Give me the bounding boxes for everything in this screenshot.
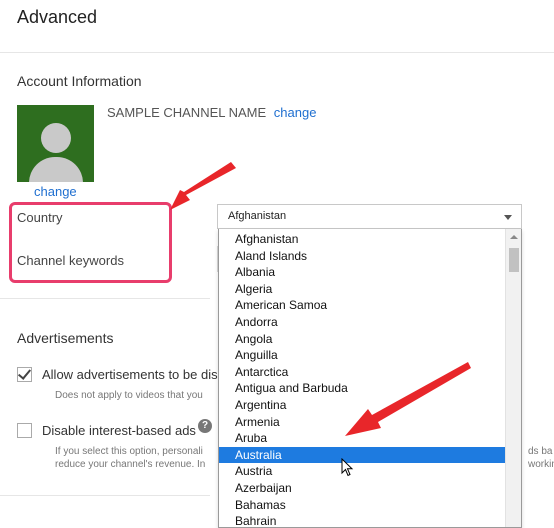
section-heading-account: Account Information <box>17 73 142 89</box>
allow-ads-subtext: Does not apply to videos that you <box>55 390 203 401</box>
avatar <box>17 105 94 182</box>
country-option[interactable]: Afghanistan <box>219 231 507 248</box>
interest-ads-subtext: reduce your channel's revenue. In <box>55 459 206 470</box>
divider <box>0 52 554 53</box>
country-option[interactable]: Australia <box>219 446 507 464</box>
allow-ads-label: Allow advertisements to be dis <box>42 367 218 382</box>
page-title: Advanced <box>17 7 98 27</box>
mouse-pointer-icon <box>341 458 354 477</box>
country-option[interactable]: Azerbaijan <box>219 480 507 497</box>
interest-ads-subtext: ds ba <box>528 446 553 457</box>
country-option[interactable]: Aruba <box>219 430 507 447</box>
country-option[interactable]: Anguilla <box>219 347 507 364</box>
country-option[interactable]: Albania <box>219 264 507 281</box>
divider <box>0 495 210 496</box>
country-select[interactable]: Afghanistan <box>217 204 522 229</box>
help-icon[interactable]: ? <box>198 419 212 433</box>
scroll-up-icon[interactable] <box>510 235 518 239</box>
country-option[interactable]: Argentina <box>219 397 507 414</box>
country-option[interactable]: Armenia <box>219 414 507 431</box>
country-option[interactable]: Antigua and Barbuda <box>219 380 507 397</box>
country-option[interactable]: Bahamas <box>219 497 507 514</box>
country-option[interactable]: American Samoa <box>219 297 507 314</box>
country-option[interactable]: Angola <box>219 331 507 348</box>
country-option[interactable]: Aland Islands <box>219 248 507 265</box>
country-options: Afghanistan Aland Islands Albania Algeria Am… <box>219 231 507 527</box>
country-selected-value: Afghanistan <box>228 210 287 222</box>
country-option[interactable]: Bahrain <box>219 513 507 527</box>
caret-down-icon <box>504 215 512 220</box>
interest-ads-checkbox[interactable] <box>17 423 32 438</box>
country-dropdown-list[interactable]: Afghanistan Aland Islands Albania Algeria Am… <box>218 229 522 528</box>
channel-name-change-link[interactable]: change <box>274 105 317 120</box>
country-option[interactable]: Antarctica <box>219 364 507 381</box>
avatar-change-link[interactable]: change <box>34 184 77 199</box>
channel-name-row: SAMPLE CHANNEL NAME change <box>107 105 316 120</box>
country-option[interactable]: Algeria <box>219 281 507 298</box>
allow-ads-checkbox[interactable] <box>17 367 32 382</box>
divider <box>0 298 210 299</box>
annotation-arrow-icon <box>170 162 236 210</box>
scrollbar[interactable] <box>505 229 521 527</box>
interest-ads-subtext: If you select this option, personali <box>55 446 203 457</box>
channel-name: SAMPLE CHANNEL NAME <box>107 105 267 120</box>
interest-ads-label: Disable interest-based ads <box>42 423 196 438</box>
scrollbar-thumb[interactable] <box>509 248 519 272</box>
country-option[interactable]: Austria <box>219 463 507 480</box>
country-option[interactable]: Andorra <box>219 314 507 331</box>
interest-ads-subtext: workin <box>528 459 554 470</box>
section-heading-ads: Advertisements <box>17 330 114 346</box>
highlight-box <box>9 202 172 283</box>
